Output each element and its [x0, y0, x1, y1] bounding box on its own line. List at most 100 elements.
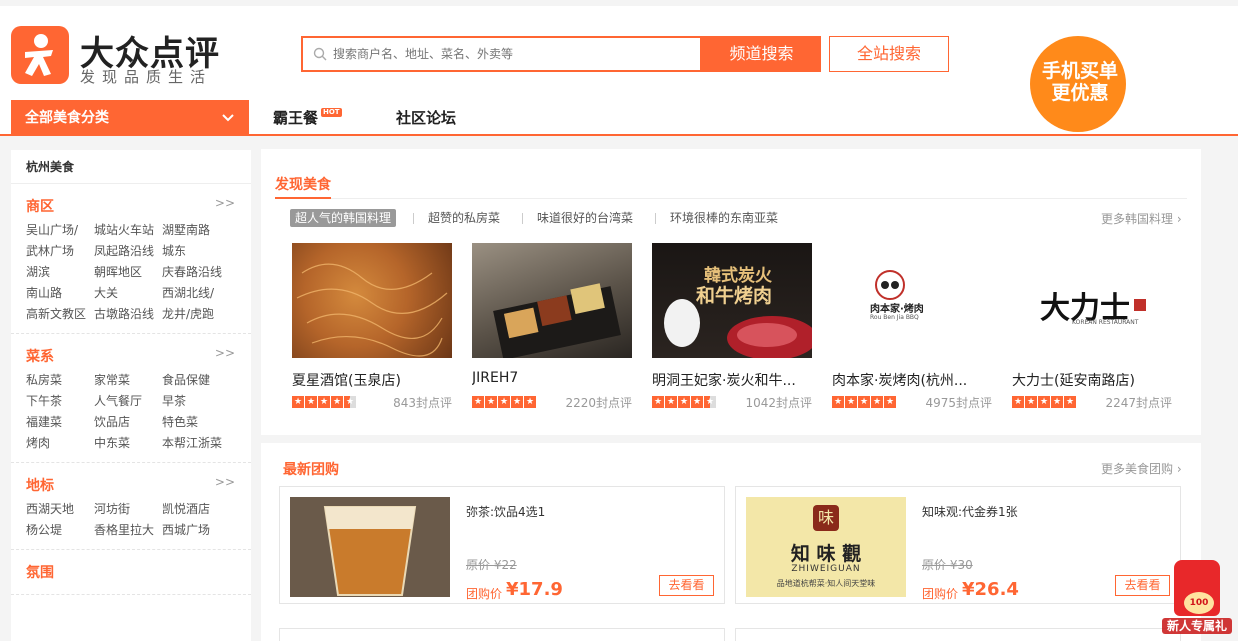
site-search-button[interactable]: 全站搜索: [829, 36, 949, 72]
rating-stars: ★ ★ ★ ★ ★: [832, 396, 896, 408]
sidebar-link[interactable]: 凤起路沿线: [94, 242, 162, 260]
image-caption: Rou Ben Jia BBQ: [870, 314, 919, 321]
channel-search-button[interactable]: 频道搜索: [702, 36, 821, 72]
deal-card[interactable]: 弥茶:饮品4选1 原价 ¥22 团购价 ¥17.9 去看看: [279, 486, 725, 604]
restaurant-name[interactable]: JIREH7: [472, 370, 632, 386]
sidebar-link[interactable]: 西城广场: [162, 521, 242, 539]
new-user-gift[interactable]: 100 新人专属礼: [1162, 560, 1232, 641]
tab-private-kitchen[interactable]: 超赞的私房菜: [428, 209, 500, 227]
sidebar-link[interactable]: 西湖天地: [26, 500, 94, 518]
nav-item-free-meal[interactable]: 霸王餐 HOT: [273, 100, 342, 136]
sidebar-link[interactable]: 湖滨: [26, 263, 94, 281]
deal-image[interactable]: 味 知 味 觀 ZHIWEIGUAN 品地道杭帮菜·知人间天堂味: [746, 497, 906, 597]
sidebar-section-title[interactable]: 氛围: [26, 562, 251, 584]
review-count[interactable]: 2247封点评: [1105, 394, 1172, 411]
sidebar-link[interactable]: 饮品店: [94, 413, 162, 431]
sidebar-link[interactable]: 中东菜: [94, 434, 162, 452]
star-icon: ★: [1038, 396, 1050, 408]
review-count[interactable]: 4975封点评: [925, 394, 992, 411]
nav-item-forum[interactable]: 社区论坛: [396, 100, 456, 136]
sidebar-link[interactable]: 古墩路沿线: [94, 305, 162, 323]
sidebar-link[interactable]: 大关: [94, 284, 162, 302]
restaurant-card[interactable]: 大力士 KOREAN RESTAURANT 大力士(延安南路店) ★ ★ ★ ★ ★ 2…: [1012, 243, 1172, 410]
search-icon: [313, 47, 327, 61]
more-deals-link[interactable]: 更多美食团购 ›: [1101, 460, 1182, 477]
sidebar-link[interactable]: 城站火车站: [94, 221, 162, 239]
sidebar-link[interactable]: 龙井/虎跑: [162, 305, 242, 323]
original-price: 原价 ¥30: [922, 558, 973, 572]
star-icon: ★: [845, 396, 857, 408]
view-deal-button[interactable]: 去看看: [659, 575, 714, 596]
divider: [655, 213, 656, 224]
divider: [413, 213, 414, 224]
restaurant-name[interactable]: 夏星酒馆(玉泉店): [292, 370, 452, 390]
expand-more-icon[interactable]: >>: [215, 346, 235, 360]
star-icon: ★: [292, 396, 304, 408]
restaurant-image[interactable]: 大力士 KOREAN RESTAURANT: [1012, 243, 1172, 358]
sidebar-link[interactable]: 下午茶: [26, 392, 94, 410]
sidebar-link[interactable]: 特色菜: [162, 413, 242, 431]
sidebar-link[interactable]: 高新文教区: [26, 305, 94, 323]
expand-more-icon[interactable]: >>: [215, 196, 235, 210]
sidebar-link[interactable]: 河坊街: [94, 500, 162, 518]
restaurant-name[interactable]: 明洞王妃家·炭火和牛...: [652, 370, 812, 390]
restaurant-image[interactable]: 肉本家·烤肉 Rou Ben Jia BBQ: [832, 243, 992, 358]
sidebar-link[interactable]: 早茶: [162, 392, 242, 410]
divider: [275, 198, 1187, 199]
deal-image[interactable]: [290, 497, 450, 597]
deal-card[interactable]: 味 知 味 觀 ZHIWEIGUAN 品地道杭帮菜·知人间天堂味 知味观:代金券…: [735, 486, 1181, 604]
sidebar-title: 杭州美食: [11, 150, 251, 184]
search-input[interactable]: [333, 38, 693, 70]
sidebar-link[interactable]: 朝晖地区: [94, 263, 162, 281]
tab-korean[interactable]: 超人气的韩国料理: [290, 209, 397, 227]
deal-title[interactable]: 弥茶:饮品4选1: [466, 503, 545, 520]
deal-price: ¥17.9: [506, 579, 563, 600]
review-count[interactable]: 1042封点评: [745, 394, 812, 411]
review-count[interactable]: 2220封点评: [565, 394, 632, 411]
restaurant-card[interactable]: 肉本家·烤肉 Rou Ben Jia BBQ 肉本家·炭烤肉(杭州... ★ ★ ★…: [832, 243, 992, 410]
sidebar-link[interactable]: 凯悦酒店: [162, 500, 242, 518]
sidebar-link[interactable]: 本帮江浙菜: [162, 434, 242, 452]
restaurant-name[interactable]: 大力士(延安南路店): [1012, 370, 1172, 390]
restaurant-card[interactable]: 韓式炭火 和牛烤肉 明洞王妃家·炭火和牛... ★ ★ ★ ★ ★ 1042封点评: [652, 243, 812, 410]
sidebar-link[interactable]: 南山路: [26, 284, 94, 302]
expand-more-icon[interactable]: >>: [215, 475, 235, 489]
logo-icon[interactable]: [11, 26, 69, 84]
star-icon: ★: [511, 396, 523, 408]
deal-title[interactable]: 知味观:代金券1张: [922, 503, 1018, 520]
sidebar-link-grid: 吴山广场/城站火车站 湖墅南路武林广场 凤起路沿线 城东湖滨 朝晖地区 庆春路沿线南山路大…: [26, 221, 251, 323]
all-food-categories-button[interactable]: 全部美食分类: [11, 100, 249, 136]
sidebar-link[interactable]: 庆春路沿线: [162, 263, 242, 281]
sidebar-link[interactable]: 食品保健: [162, 371, 242, 389]
sidebar-link[interactable]: 香格里拉大: [94, 521, 162, 539]
restaurant-card[interactable]: JIREH7 ★ ★ ★ ★ ★ 2220封点评: [472, 243, 632, 410]
half-star-icon: ★: [344, 396, 356, 408]
more-korean-link[interactable]: 更多韩国料理 ›: [1101, 210, 1182, 227]
sidebar-link[interactable]: 吴山广场/: [26, 221, 94, 239]
restaurant-image[interactable]: [292, 243, 452, 358]
restaurant-name[interactable]: 肉本家·炭烤肉(杭州...: [832, 370, 992, 390]
restaurant-image[interactable]: [472, 243, 632, 358]
sidebar-link[interactable]: 家常菜: [94, 371, 162, 389]
sidebar-link[interactable]: 湖墅南路: [162, 221, 242, 239]
review-count[interactable]: 843封点评: [393, 394, 452, 411]
sidebar-link[interactable]: 西湖北线/: [162, 284, 242, 302]
deal-card[interactable]: [735, 628, 1181, 641]
restaurant-image[interactable]: 韓式炭火 和牛烤肉: [652, 243, 812, 358]
sidebar-link[interactable]: 人气餐厅: [94, 392, 162, 410]
tab-southeast-asian[interactable]: 环境很棒的东南亚菜: [670, 209, 778, 227]
star-icon: ★: [871, 396, 883, 408]
star-icon: ★: [498, 396, 510, 408]
sidebar-link[interactable]: 杨公堤: [26, 521, 94, 539]
sidebar-link[interactable]: 武林广场: [26, 242, 94, 260]
sidebar-link[interactable]: 私房菜: [26, 371, 94, 389]
sidebar-link[interactable]: 烤肉: [26, 434, 94, 452]
sidebar-section: 商区 >> 吴山广场/城站火车站 湖墅南路 武林广场 凤起路沿线 城东 湖滨 朝晖地区 庆春路沿线…: [11, 184, 251, 334]
gift-label: 新人专属礼: [1162, 618, 1232, 634]
tab-taiwanese[interactable]: 味道很好的台湾菜: [537, 209, 633, 227]
sidebar-link[interactable]: 城东: [162, 242, 242, 260]
restaurant-card[interactable]: 夏星酒馆(玉泉店) ★ ★ ★ ★ ★ 843封点评: [292, 243, 452, 410]
sidebar-link[interactable]: 福建菜: [26, 413, 94, 431]
deal-card[interactable]: [279, 628, 725, 641]
coin-icon: 100: [1184, 592, 1214, 614]
